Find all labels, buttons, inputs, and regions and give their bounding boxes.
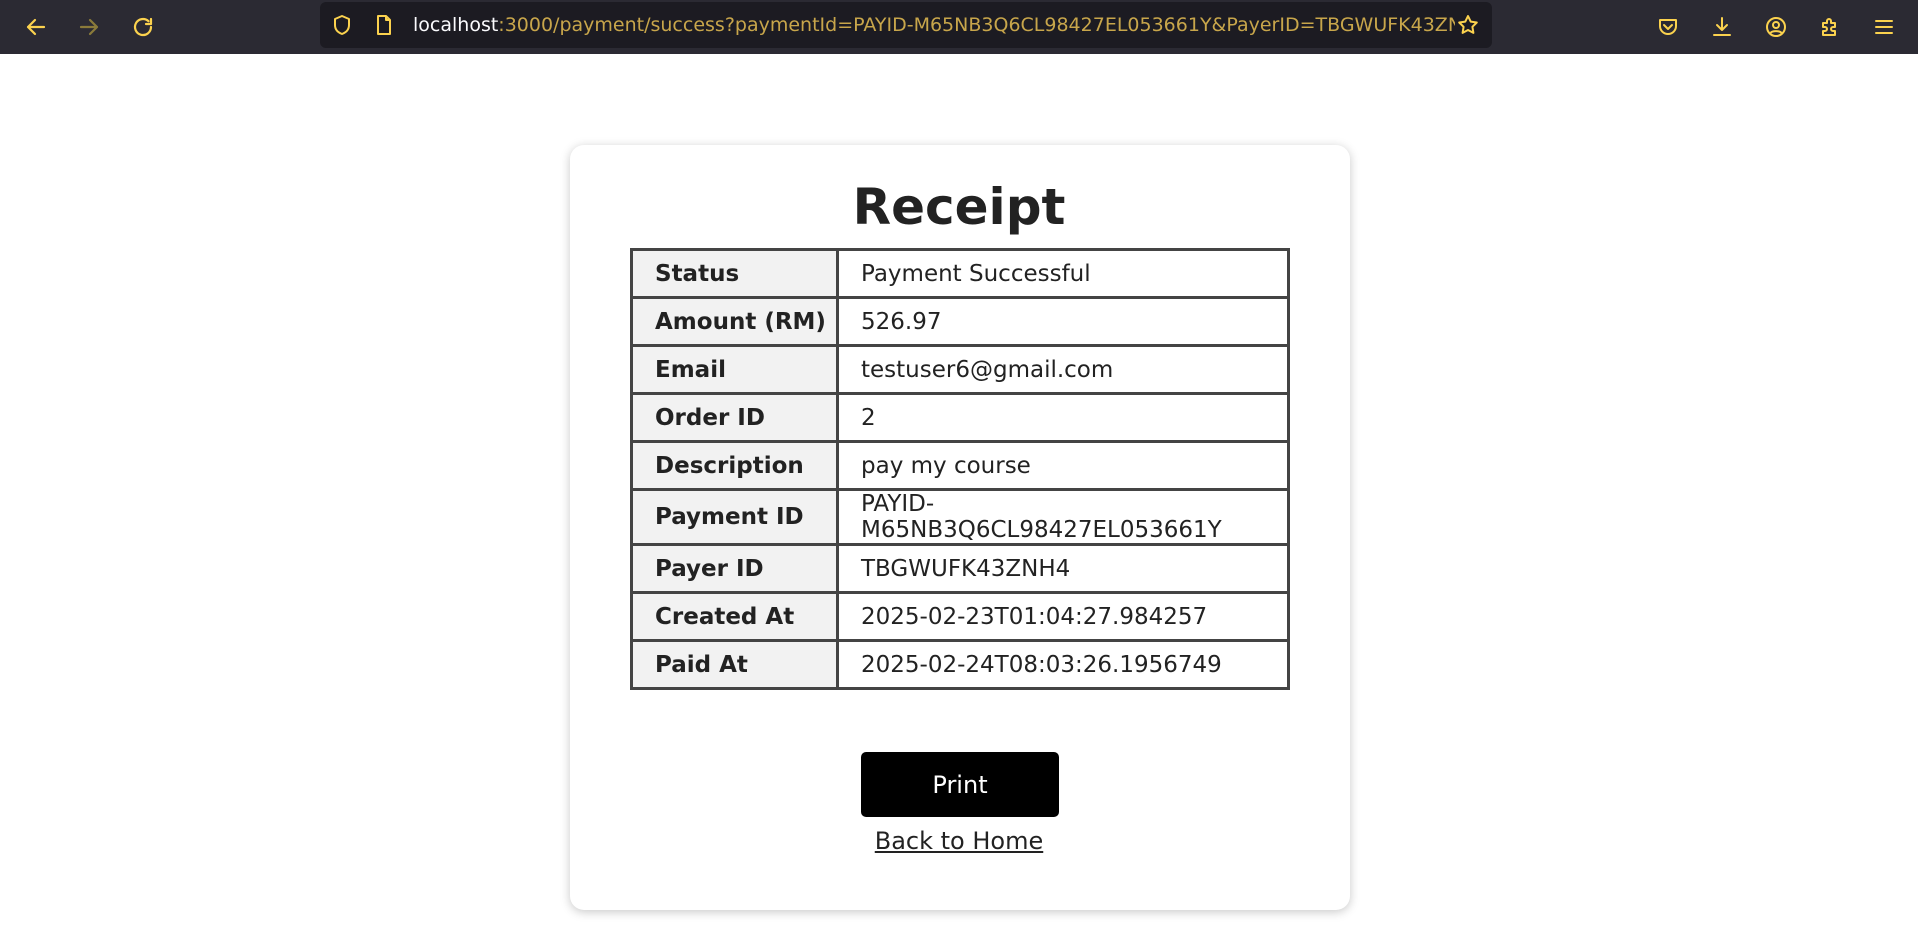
table-row: Created At 2025-02-23T01:04:27.984257 <box>630 591 1290 642</box>
page-icon <box>377 15 391 35</box>
reload-icon <box>133 17 153 37</box>
url-text[interactable]: localhost:3000/payment/success?paymentId… <box>413 2 1455 48</box>
row-value: pay my course <box>836 440 1290 491</box>
account-button[interactable] <box>1758 9 1794 45</box>
url-bar[interactable]: localhost:3000/payment/success?paymentId… <box>320 2 1492 48</box>
row-value: TBGWUFK43ZNH4 <box>836 543 1290 594</box>
browser-toolbar: localhost:3000/payment/success?paymentId… <box>0 0 1918 54</box>
shield-icon <box>334 15 350 35</box>
download-icon <box>1713 17 1731 36</box>
row-key: Created At <box>630 591 839 642</box>
print-button[interactable]: Print <box>861 752 1059 817</box>
pocket-icon <box>1659 19 1677 35</box>
forward-button[interactable] <box>71 9 107 45</box>
row-key: Payer ID <box>630 543 839 594</box>
table-row: Order ID 2 <box>630 392 1290 443</box>
row-value: 526.97 <box>836 296 1290 347</box>
row-key: Payment ID <box>630 488 839 546</box>
extensions-icon <box>1822 18 1836 36</box>
site-info-button[interactable] <box>372 13 396 37</box>
url-host: localhost <box>413 14 499 36</box>
page-title: Receipt <box>852 178 1066 236</box>
back-button[interactable] <box>18 9 54 45</box>
table-row: Description pay my course <box>630 440 1290 491</box>
table-row: Paid At 2025-02-24T08:03:26.1956749 <box>630 639 1290 690</box>
row-value: 2025-02-24T08:03:26.1956749 <box>836 639 1290 690</box>
receipt-table: Status Payment Successful Amount (RM) 526.… <box>630 248 1290 690</box>
back-icon <box>26 18 46 36</box>
row-value: testuser6@gmail.com <box>836 344 1290 395</box>
url-path: :3000/payment/success?paymentId=PAYID-M6… <box>498 14 1455 36</box>
menu-button[interactable] <box>1866 9 1902 45</box>
reload-button[interactable] <box>125 9 161 45</box>
tracking-protection-button[interactable] <box>330 13 354 37</box>
account-icon <box>1766 17 1786 37</box>
row-value: 2025-02-23T01:04:27.984257 <box>836 591 1290 642</box>
forward-icon <box>79 18 99 36</box>
row-key: Email <box>630 344 839 395</box>
row-key: Description <box>630 440 839 491</box>
pocket-button[interactable] <box>1650 9 1686 45</box>
row-value: PAYID-M65NB3Q6CL98427EL053661Y <box>836 488 1290 546</box>
row-key: Status <box>630 248 839 299</box>
menu-icon <box>1875 20 1893 34</box>
bookmark-button[interactable] <box>1456 13 1480 37</box>
row-key: Amount (RM) <box>630 296 839 347</box>
table-row: Email testuser6@gmail.com <box>630 344 1290 395</box>
table-row: Amount (RM) 526.97 <box>630 296 1290 347</box>
downloads-button[interactable] <box>1704 9 1740 45</box>
star-icon <box>1458 15 1478 34</box>
table-row: Payment ID PAYID-M65NB3Q6CL98427EL053661Y <box>630 488 1290 546</box>
row-value: 2 <box>836 392 1290 443</box>
row-value: Payment Successful <box>836 248 1290 299</box>
table-row: Payer ID TBGWUFK43ZNH4 <box>630 543 1290 594</box>
table-row: Status Payment Successful <box>630 248 1290 299</box>
extensions-button[interactable] <box>1812 9 1848 45</box>
row-key: Paid At <box>630 639 839 690</box>
back-to-home-link[interactable]: Back to Home <box>875 827 1044 855</box>
row-key: Order ID <box>630 392 839 443</box>
